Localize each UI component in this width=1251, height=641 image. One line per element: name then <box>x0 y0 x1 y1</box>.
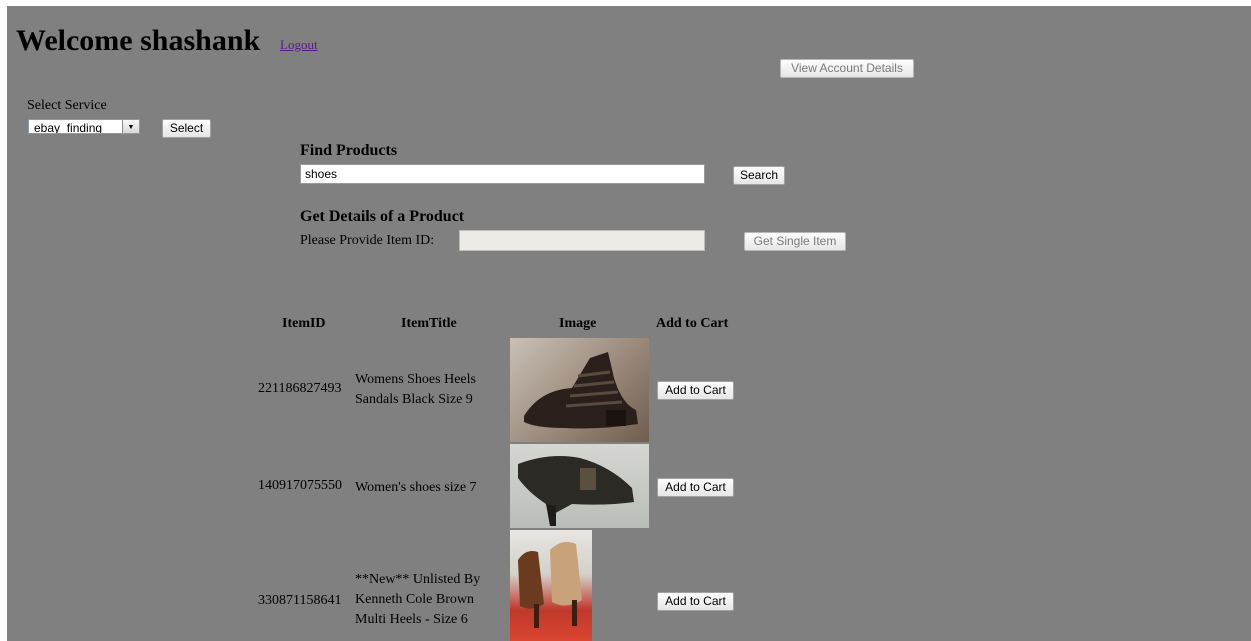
row-1-item-title: Womens Shoes Heels Sandals Black Size 9 <box>355 372 476 407</box>
row-1-item-id: 221186827493 <box>258 381 342 396</box>
welcome-heading: Welcome shashank <box>16 24 261 57</box>
item-id-label: Please Provide Item ID: <box>300 233 435 248</box>
row-1-product-image <box>510 338 649 442</box>
mary-jane-shoe-image <box>518 456 634 526</box>
row-2-add-to-cart-button[interactable]: Add to Cart <box>657 478 734 497</box>
search-input[interactable]: shoes <box>300 164 705 184</box>
row-2-product-image <box>510 444 649 528</box>
row-2-item-id: 140917075550 <box>258 478 342 493</box>
column-header-itemid: ItemID <box>282 316 326 331</box>
column-header-add-to-cart: Add to Cart <box>656 316 729 331</box>
select-service-label: Select Service <box>27 98 107 113</box>
row-3-product-image <box>510 530 592 641</box>
select-button[interactable]: Select <box>162 119 211 138</box>
item-id-input[interactable] <box>459 230 705 251</box>
get-single-item-button[interactable]: Get Single Item <box>744 232 846 251</box>
row-3-item-id: 330871158641 <box>258 593 342 608</box>
product-details-heading: Get Details of a Product <box>300 208 465 225</box>
heels-image <box>518 542 582 628</box>
row-3-add-to-cart-button[interactable]: Add to Cart <box>657 592 734 611</box>
row-2-item-title: Women's shoes size 7 <box>355 480 477 495</box>
chevron-down-icon: ▼ <box>122 120 139 133</box>
column-header-itemtitle: ItemTitle <box>401 316 457 331</box>
sandal-image <box>524 352 638 429</box>
row-1-add-to-cart-button[interactable]: Add to Cart <box>657 381 734 400</box>
service-select-value: ebay_finding <box>34 121 103 134</box>
view-account-details-button[interactable]: View Account Details <box>780 59 914 78</box>
search-button[interactable]: Search <box>733 166 785 185</box>
logout-link[interactable]: Logout <box>280 37 318 53</box>
service-select[interactable]: ebay_finding ▼ <box>28 119 140 134</box>
page: Welcome shashank Logout View Account Det… <box>7 6 1251 641</box>
find-products-heading: Find Products <box>300 142 398 159</box>
column-header-image: Image <box>559 316 597 331</box>
row-3-item-title: **New** Unlisted By Kenneth Cole Brown M… <box>355 572 481 627</box>
